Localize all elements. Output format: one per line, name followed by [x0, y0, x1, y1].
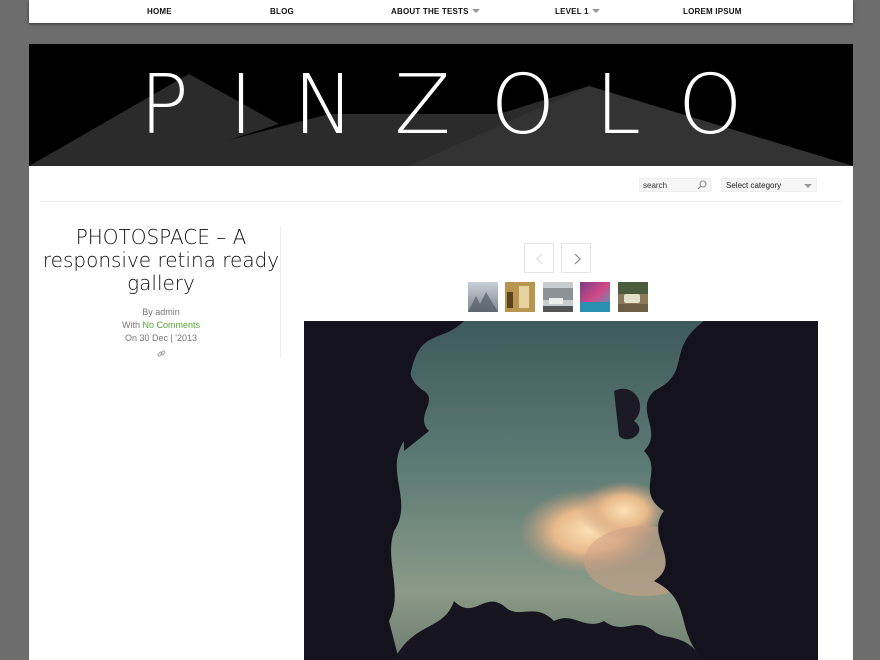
gallery-thumbnail[interactable]	[505, 282, 535, 312]
gallery-thumbnail[interactable]	[543, 282, 573, 312]
divider	[41, 201, 841, 202]
gallery-thumbnail[interactable]	[580, 282, 610, 312]
category-select-value: Select category	[726, 181, 782, 190]
nav-item-level-1[interactable]: LEVEL 1	[555, 7, 600, 16]
chevron-left-icon	[536, 253, 543, 265]
comments-prefix: With	[121, 320, 143, 330]
header-banner[interactable]: PINZOLO	[29, 44, 853, 166]
column-divider	[280, 226, 281, 358]
post-title[interactable]: PHOTOSPACE – A responsive retina ready g…	[41, 226, 281, 295]
top-navigation: HOME BLOG ABOUT THE TESTS LEVEL 1 LOREM …	[29, 0, 853, 23]
category-select[interactable]: Select category	[721, 178, 817, 192]
post-comments: With No Comments	[41, 319, 281, 332]
post-info: PHOTOSPACE – A responsive retina ready g…	[41, 224, 281, 363]
nav-item-about-label: ABOUT THE TESTS	[391, 7, 469, 16]
gallery-next-button[interactable]	[561, 243, 591, 273]
page-container: PINZOLO search Select category PHOTOSPAC…	[29, 44, 853, 660]
nav-item-home[interactable]: HOME	[147, 7, 172, 16]
chevron-right-icon	[574, 253, 581, 265]
nav-item-level-label: LEVEL 1	[555, 7, 589, 16]
nav-item-lorem-ipsum[interactable]: LOREM IPSUM	[683, 7, 742, 16]
gallery-thumbnail[interactable]	[468, 282, 498, 312]
nav-item-about-the-tests[interactable]: ABOUT THE TESTS	[391, 7, 480, 16]
comments-link[interactable]: No Comments	[143, 320, 201, 330]
site-logo[interactable]: PINZOLO	[29, 56, 853, 156]
chevron-down-icon	[804, 184, 812, 188]
link-icon[interactable]	[157, 349, 166, 358]
nav-item-blog[interactable]: BLOG	[270, 7, 294, 16]
post-author: By admin	[142, 307, 180, 317]
gallery-prev-button[interactable]	[524, 243, 554, 273]
post-date: On 30 Dec | '2013	[124, 333, 198, 343]
gallery-thumbnail[interactable]	[618, 282, 648, 312]
search-placeholder: search	[643, 181, 668, 190]
chevron-down-icon	[591, 9, 600, 13]
chevron-down-icon	[471, 9, 480, 13]
gallery-main-photo[interactable]	[304, 321, 818, 660]
search-icon[interactable]	[697, 180, 707, 190]
